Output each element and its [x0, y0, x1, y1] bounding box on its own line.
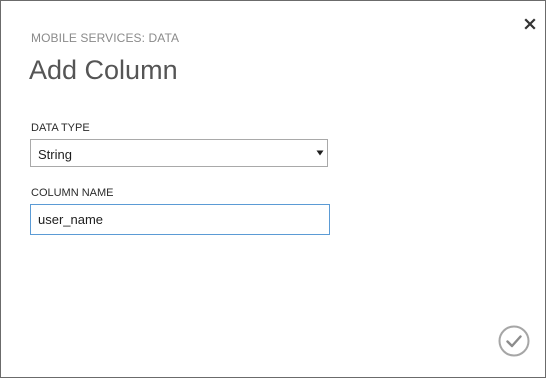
column-name-input[interactable] [30, 204, 330, 235]
add-column-dialog: MOBILE SERVICES: DATA Add Column DATA TY… [0, 0, 546, 378]
column-name-label: COLUMN NAME [31, 187, 114, 199]
page-title: Add Column [29, 55, 178, 85]
triangle-down-icon [316, 150, 324, 156]
data-type-label: DATA TYPE [31, 122, 90, 134]
section-label: MOBILE SERVICES: DATA [31, 31, 180, 45]
close-icon [524, 18, 536, 30]
checkmark-circle-icon [498, 325, 530, 357]
data-type-select[interactable]: String [30, 139, 328, 167]
confirm-button[interactable] [498, 325, 530, 357]
data-type-selected-value: String [38, 147, 72, 162]
close-button[interactable] [520, 14, 540, 34]
